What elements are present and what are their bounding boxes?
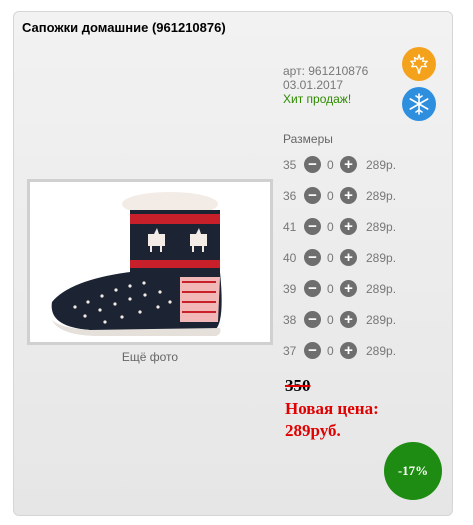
size-price: 289р. (366, 344, 397, 358)
quantity-value: 0 (327, 189, 334, 203)
size-value: 35 (283, 158, 297, 172)
decrease-quantity-button[interactable]: − (304, 218, 321, 235)
quantity-value: 0 (327, 282, 334, 296)
size-value: 41 (283, 220, 297, 234)
bestseller-label: Хит продаж! (283, 92, 352, 106)
size-value: 38 (283, 313, 297, 327)
date-added: 03.01.2017 (283, 78, 344, 92)
decrease-quantity-button[interactable]: − (304, 342, 321, 359)
autumn-season-badge (402, 47, 436, 81)
increase-quantity-button[interactable]: + (340, 342, 357, 359)
decrease-quantity-button[interactable]: − (304, 311, 321, 328)
old-price: 350 (285, 376, 311, 395)
quantity-value: 0 (327, 251, 334, 265)
sizes-heading: Размеры (283, 132, 333, 146)
size-row: 40−0 +289р. (283, 249, 413, 267)
winter-season-badge (402, 87, 436, 121)
size-price: 289р. (366, 220, 397, 234)
increase-quantity-button[interactable]: + (340, 218, 357, 235)
product-title: Сапожки домашние (961210876) (22, 20, 226, 35)
size-row: 35−0 +289р. (283, 156, 413, 174)
article-number: арт: 961210876 (283, 64, 369, 78)
decrease-quantity-button[interactable]: − (304, 156, 321, 173)
new-price-label: Новая цена: (285, 399, 379, 418)
product-photo[interactable] (27, 179, 273, 345)
size-price: 289р. (366, 313, 397, 327)
size-value: 37 (283, 344, 297, 358)
size-row: 37−0 +289р. (283, 342, 413, 360)
quantity-value: 0 (327, 313, 334, 327)
size-price: 289р. (366, 158, 397, 172)
size-price: 289р. (366, 282, 397, 296)
decrease-quantity-button[interactable]: − (304, 249, 321, 266)
size-row: 36−0 +289р. (283, 187, 413, 205)
size-price: 289р. (366, 251, 397, 265)
increase-quantity-button[interactable]: + (340, 187, 357, 204)
decrease-quantity-button[interactable]: − (304, 280, 321, 297)
decrease-quantity-button[interactable]: − (304, 187, 321, 204)
discount-badge: -17% (384, 442, 442, 500)
size-value: 39 (283, 282, 297, 296)
snowflake-icon (409, 93, 429, 115)
maple-leaf-icon (410, 54, 428, 74)
increase-quantity-button[interactable]: + (340, 249, 357, 266)
product-meta: арт: 961210876 03.01.2017 Хит продаж! (283, 64, 368, 106)
increase-quantity-button[interactable]: + (340, 280, 357, 297)
size-value: 40 (283, 251, 297, 265)
quantity-value: 0 (327, 220, 334, 234)
size-price: 289р. (366, 189, 397, 203)
more-photos-link[interactable]: Ещё фото (27, 350, 273, 364)
new-price-block: Новая цена: 289руб. (285, 398, 435, 442)
slipper-boot-image (30, 182, 270, 342)
new-price-value: 289руб. (285, 421, 341, 440)
increase-quantity-button[interactable]: + (340, 156, 357, 173)
increase-quantity-button[interactable]: + (340, 311, 357, 328)
quantity-value: 0 (327, 158, 334, 172)
size-row: 38−0 +289р. (283, 311, 413, 329)
size-value: 36 (283, 189, 297, 203)
size-row: 41−0 +289р. (283, 218, 413, 236)
size-row: 39−0 +289р. (283, 280, 413, 298)
quantity-value: 0 (327, 344, 334, 358)
